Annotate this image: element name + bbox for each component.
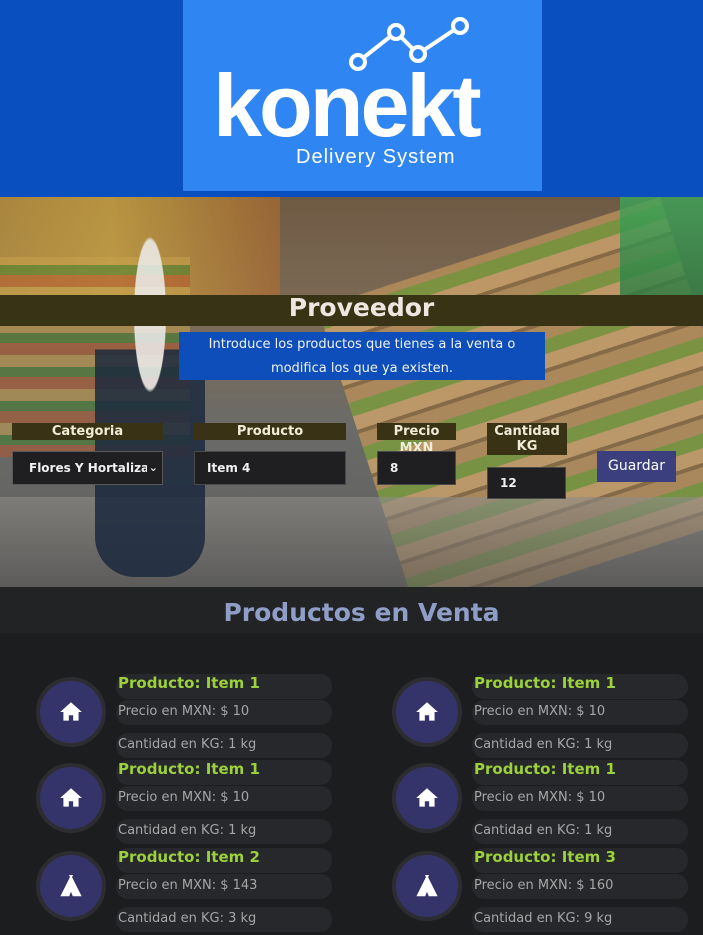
tent-icon [60, 874, 82, 897]
chevron-down-icon: ⌄ [146, 452, 158, 484]
product-name: Producto: Item 2 [118, 848, 260, 866]
product-price: Precio en MXN: $ 10 [474, 790, 606, 805]
product-card[interactable]: Producto: Item 1 Precio en MXN: $ 10 Can… [392, 674, 692, 758]
product-price: Precio en MXN: $ 10 [474, 704, 606, 719]
product-quantity: Cantidad en KG: 1 kg [474, 737, 613, 752]
product-avatar [36, 763, 106, 833]
product-avatar [392, 763, 462, 833]
logo-subtitle: Delivery System [296, 146, 456, 168]
price-label: Precio MXN [377, 423, 456, 456]
product-price: Precio en MXN: $ 160 [474, 878, 614, 893]
product-card[interactable]: Producto: Item 1 Precio en MXN: $ 10 Can… [36, 674, 336, 758]
product-card[interactable]: Producto: Item 2 Precio en MXN: $ 143 Ca… [36, 848, 336, 932]
product-name: Producto: Item 1 [474, 674, 616, 692]
product-card[interactable]: Producto: Item 1 Precio en MXN: $ 10 Can… [392, 760, 692, 844]
product-input[interactable]: Item 4 [194, 451, 346, 485]
product-card[interactable]: Producto: Item 1 Precio en MXN: $ 10 Can… [36, 760, 336, 844]
home-icon [416, 788, 438, 807]
home-icon [416, 702, 438, 721]
quantity-label: Cantidad KG [487, 423, 567, 455]
product-avatar [36, 851, 106, 921]
product-name: Producto: Item 1 [118, 760, 260, 778]
home-icon [60, 788, 82, 807]
logo-wordmark: konekt [213, 56, 482, 155]
product-avatar [36, 677, 106, 747]
product-price: Precio en MXN: $ 10 [118, 704, 250, 719]
quantity-input[interactable]: 12 [487, 467, 566, 499]
product-avatar [392, 677, 462, 747]
price-input[interactable]: 8 [377, 451, 456, 485]
product-name: Producto: Item 1 [474, 760, 616, 778]
product-name: Producto: Item 1 [118, 674, 260, 692]
category-label: Categoria [12, 423, 163, 440]
konekt-logo[interactable]: konekt Delivery System [183, 0, 542, 191]
product-quantity: Cantidad en KG: 1 kg [474, 823, 613, 838]
product-quantity: Cantidad en KG: 1 kg [118, 823, 257, 838]
category-select[interactable]: Flores Y Hortalizas ⌄ [12, 451, 163, 485]
save-button[interactable]: Guardar [597, 451, 676, 482]
products-section-title: Productos en Venta [223, 598, 500, 627]
hero-market-photo [0, 197, 703, 587]
product-quantity: Cantidad en KG: 9 kg [474, 911, 613, 926]
product-price: Precio en MXN: $ 10 [118, 790, 250, 805]
product-price: Precio en MXN: $ 143 [118, 878, 258, 893]
product-avatar [392, 851, 462, 921]
intro-text: Introduce los productos que tienes a la … [179, 332, 545, 380]
product-name: Producto: Item 3 [474, 848, 616, 866]
category-select-value: Flores Y Hortalizas [29, 461, 157, 475]
home-icon [60, 702, 82, 721]
page-title: Proveedor [288, 293, 435, 322]
product-quantity: Cantidad en KG: 1 kg [118, 737, 257, 752]
product-card[interactable]: Producto: Item 3 Precio en MXN: $ 160 Ca… [392, 848, 692, 932]
product-quantity: Cantidad en KG: 3 kg [118, 911, 257, 926]
product-label: Producto [194, 423, 346, 440]
tent-icon [416, 874, 438, 897]
